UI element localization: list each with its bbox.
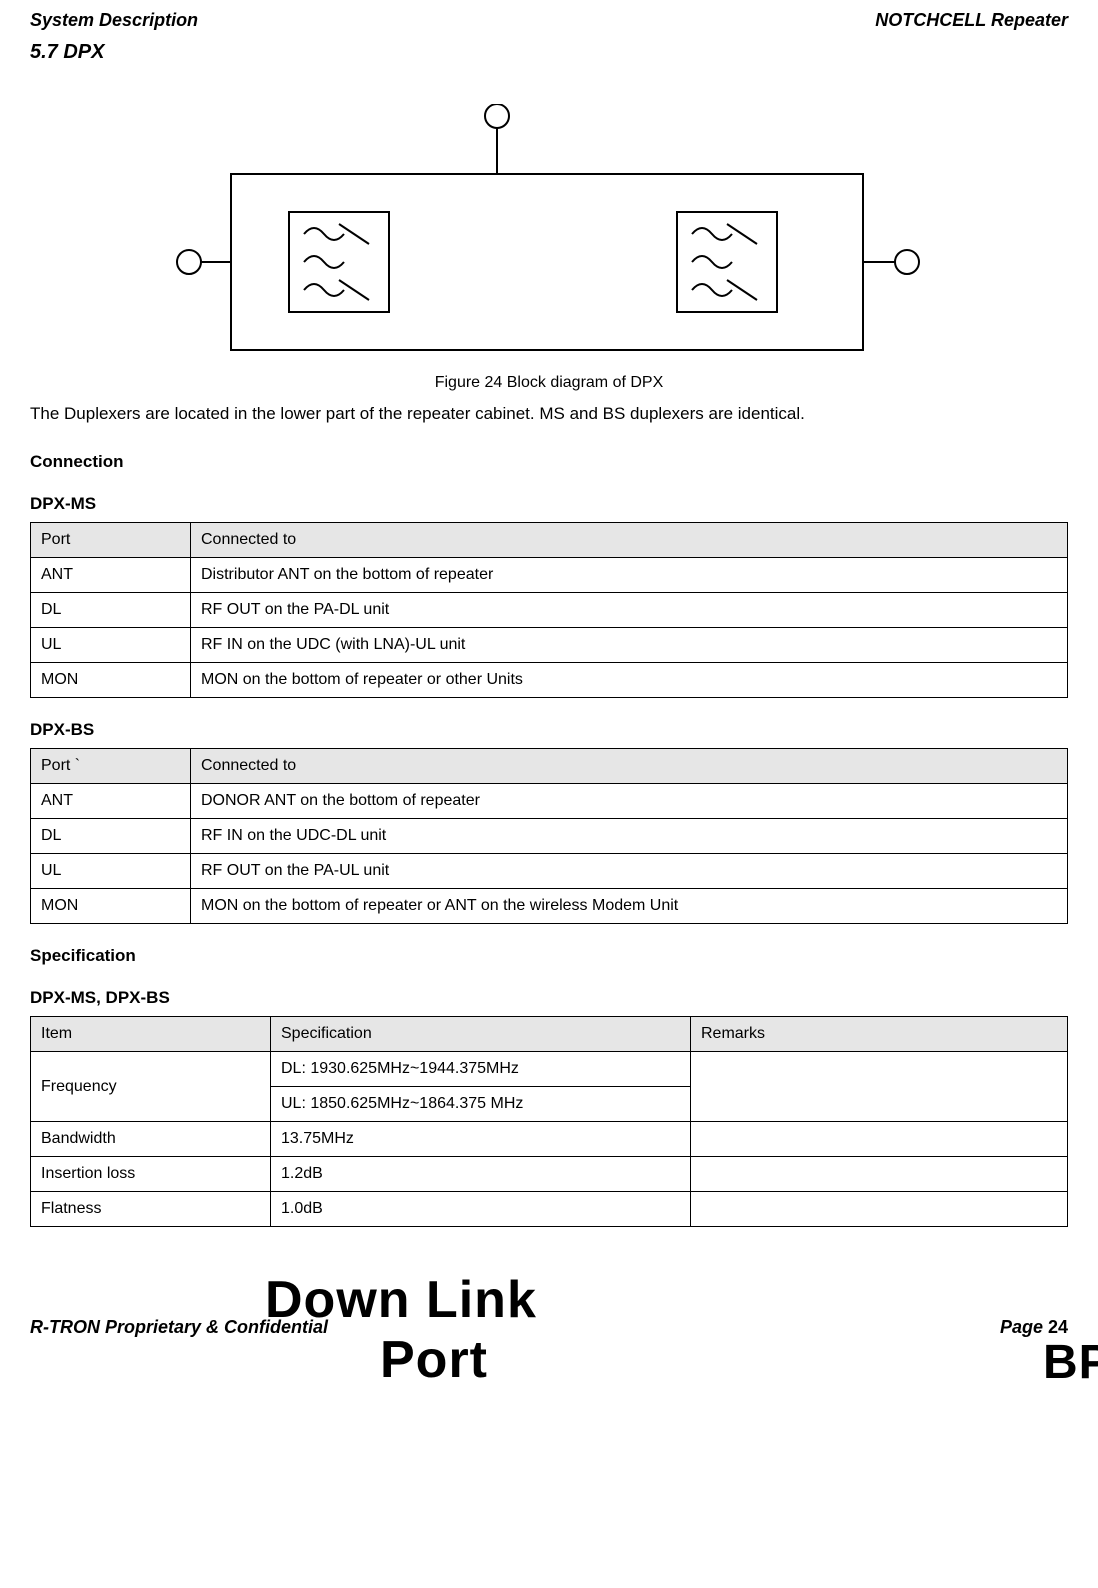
footer-left: R-TRON Proprietary & Confidential [30, 1317, 328, 1338]
spec-title: DPX-MS, DPX-BS [30, 988, 1068, 1008]
table-row: ANTDistributor ANT on the bottom of repe… [31, 558, 1068, 593]
col-connected: Connected to [191, 523, 1068, 558]
col-item: Item [31, 1017, 271, 1052]
col-remarks: Remarks [691, 1017, 1068, 1052]
col-connected: Connected to [191, 749, 1068, 784]
table-header-row: Port ` Connected to [31, 749, 1068, 784]
overlay-port: Port [380, 1330, 488, 1390]
dpx-bs-title: DPX-BS [30, 720, 1068, 740]
table-row: Bandwidth13.75MHz [31, 1122, 1068, 1157]
header-right: NOTCHCELL Repeater [875, 10, 1068, 31]
table-row: MONMON on the bottom of repeater or ANT … [31, 889, 1068, 924]
col-port: Port [31, 523, 191, 558]
specification-heading: Specification [30, 946, 1068, 966]
col-port: Port ` [31, 749, 191, 784]
table-header-row: Item Specification Remarks [31, 1017, 1068, 1052]
figure-caption: Figure 24 Block diagram of DPX [30, 374, 1068, 392]
table-header-row: Port Connected to [31, 523, 1068, 558]
overlay-bpf: BPF [1043, 1335, 1098, 1390]
body-text: The Duplexers are located in the lower p… [30, 404, 1068, 424]
table-row: ANTDONOR ANT on the bottom of repeater [31, 784, 1068, 819]
table-row: ULRF IN on the UDC (with LNA)-UL unit [31, 628, 1068, 663]
dpx-block-svg [169, 104, 929, 359]
page-header: System Description NOTCHCELL Repeater [30, 10, 1068, 31]
table-row: DLRF OUT on the PA-DL unit [31, 593, 1068, 628]
section-title: 5.7 DPX [30, 41, 1068, 64]
page-footer: R-TRON Proprietary & Confidential Page 2… [30, 1317, 1068, 1338]
table-row: MONMON on the bottom of repeater or othe… [31, 663, 1068, 698]
spec-table: Item Specification Remarks Frequency DL:… [30, 1016, 1068, 1227]
table-row: Flatness1.0dB [31, 1192, 1068, 1227]
connection-heading: Connection [30, 452, 1068, 472]
header-left: System Description [30, 10, 198, 31]
table-row: Frequency DL: 1930.625MHz~1944.375MHz [31, 1052, 1068, 1087]
dpx-ms-table: Port Connected to ANTDistributor ANT on … [30, 522, 1068, 698]
col-spec: Specification [271, 1017, 691, 1052]
table-row: DLRF IN on the UDC-DL unit [31, 819, 1068, 854]
dpx-bs-table: Port ` Connected to ANTDONOR ANT on the … [30, 748, 1068, 924]
table-row: ULRF OUT on the PA-UL unit [31, 854, 1068, 889]
dpx-ms-title: DPX-MS [30, 494, 1068, 514]
table-row: Insertion loss1.2dB [31, 1157, 1068, 1192]
block-diagram [169, 104, 929, 364]
footer-right: Page 24 [1000, 1317, 1068, 1338]
